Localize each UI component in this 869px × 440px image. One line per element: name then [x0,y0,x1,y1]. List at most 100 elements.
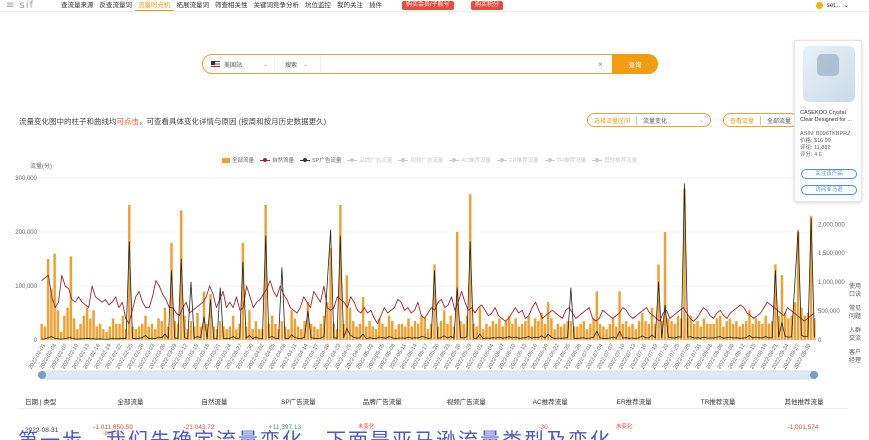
nav-link-0[interactable]: 查流量来源 [58,1,97,11]
bar-all-traffic[interactable] [676,315,680,340]
line-natural-traffic[interactable] [41,274,815,325]
range-selector[interactable]: 选择流量区间 流量变化 ⌄ [587,113,712,127]
bar-all-traffic[interactable] [118,323,121,340]
bar-all-traffic[interactable] [663,232,667,340]
bar-all-traffic[interactable] [89,318,92,340]
bar-all-traffic[interactable] [280,321,284,340]
zoom-slider-right-handle[interactable] [810,371,818,379]
bar-all-traffic[interactable] [400,323,404,340]
bar-all-traffic[interactable] [361,296,365,340]
table-header-cell: 日期 | 类型 [25,398,57,406]
nav-link-4[interactable]: 筛查相关性 [212,1,251,11]
bar-all-traffic[interactable] [102,329,105,340]
bar-all-traffic[interactable] [556,323,560,340]
side-menu-item-2[interactable]: 入群交流 [849,327,861,343]
top-nav: ≡ sif 查流量来源 反查流量词 流量时光机 拓展流量词 筛查相关性 关键词竞争分析 坑位… [0,0,869,12]
bar-all-traffic[interactable] [780,275,784,340]
follow-product-button[interactable]: 关注该产品 [801,169,857,179]
bar-all-traffic[interactable] [368,321,371,340]
bar-all-traffic[interactable] [82,315,86,340]
table-header-cell[interactable]: 视频广告流量 [424,396,508,406]
table-header-cell[interactable]: TR推荐流量 [676,396,760,406]
nav-link-8[interactable]: 插件 [366,1,385,11]
rating-value: 4.6 [814,152,822,158]
table-header-cell[interactable]: 自然流量 [172,396,256,406]
bar-all-traffic[interactable] [624,321,628,340]
product-title[interactable]: CASEKOO Crystal Clear Designed for ... [800,110,860,124]
table-header-cell[interactable]: 品牌广告流量 [340,396,424,406]
view-selector-a[interactable]: 查看流量 [724,115,762,125]
bar-all-traffic[interactable] [150,323,154,340]
y-axis-title: 流量(分) [30,162,52,170]
bar-all-traffic[interactable] [76,329,79,340]
bar-all-traffic[interactable] [115,323,118,340]
bar-all-traffic[interactable] [111,318,115,340]
bar-all-traffic[interactable] [631,323,634,340]
zoom-slider-track[interactable] [39,370,817,380]
bar-all-traffic[interactable] [46,259,50,340]
side-menu-item-3[interactable]: 客户经理 [849,349,861,365]
bar-all-traffic[interactable] [98,323,102,340]
nav-link-1[interactable]: 反查流量词 [97,1,136,11]
bar-all-traffic[interactable] [121,315,125,340]
table-header-cell[interactable]: 其他推荐流量 [760,396,848,406]
bar-all-traffic[interactable] [218,321,222,340]
bar-all-traffic[interactable] [56,310,60,340]
buy-points-button[interactable]: 购买积分 [471,1,504,10]
side-menu-item-0[interactable]: 使用口诀 [849,283,861,299]
bar-all-traffic[interactable] [582,321,586,340]
bar-all-traffic[interactable] [569,321,573,340]
bar-all-traffic[interactable] [809,215,813,340]
nav-link-3[interactable]: 拓展流量词 [174,1,213,11]
clear-icon[interactable]: × [598,60,612,69]
bar-all-traffic[interactable] [43,326,47,341]
bar-all-traffic[interactable] [105,331,108,340]
table-header-cell[interactable]: AC推荐流量 [508,396,592,406]
bar-all-traffic[interactable] [85,307,89,340]
bar-all-traffic[interactable] [491,321,495,340]
bar-all-traffic[interactable] [92,310,95,340]
zoom-slider-left-handle[interactable] [38,371,46,379]
bar-all-traffic[interactable] [413,321,417,340]
nav-links: 查流量来源 反查流量词 流量时光机 拓展流量词 筛查相关性 关键词竞争分析 坑位监控 我的关注… [58,1,385,11]
bar-all-traffic[interactable] [95,326,99,341]
nav-link-2[interactable]: 流量时光机 [135,1,174,11]
nav-link-5[interactable]: 关键词竞争分析 [251,1,303,11]
bar-all-traffic[interactable] [72,318,76,340]
search-bar: 美国站 ⌄ 搜索 ⌄ × 查询 [202,54,658,74]
range-selector-value: 流量变化 [643,118,668,125]
bar-all-traffic[interactable] [79,323,82,340]
search-button[interactable]: 查询 [612,54,658,74]
bar-all-traffic[interactable] [108,326,112,341]
product-meta: ASIN: B096TKBPRZ 价格: $16.99 评论: 11,882 评… [800,131,850,159]
bar-all-traffic[interactable] [63,315,66,340]
table-header-cell[interactable]: 全部流量 [88,396,172,406]
bar-all-traffic[interactable] [196,313,199,340]
product-card: CASEKOO Crystal Clear Designed for ... A… [794,40,862,202]
view-selector[interactable]: 查看流量 全部流量 [723,113,799,127]
bar-all-traffic[interactable] [735,321,738,340]
logo[interactable]: ≡ sif [6,0,34,11]
search-type-select[interactable]: 搜索 ⌄ [275,55,321,73]
bar-all-traffic[interactable] [66,307,69,340]
user-menu[interactable]: set... ⌄ [816,1,849,9]
product-image[interactable] [803,46,855,102]
market-select[interactable]: 美国站 ⌄ [203,55,275,73]
bar-all-traffic[interactable] [793,302,797,340]
bar-all-traffic[interactable] [709,323,712,340]
bar-all-traffic[interactable] [40,323,43,340]
view-selector-b[interactable]: 全部流量 [761,116,797,125]
bar-all-traffic[interactable] [397,323,401,340]
nav-link-6[interactable]: 坑位监控 [302,1,334,11]
nav-link-7[interactable]: 我的关注 [334,1,366,11]
visit-amazon-button[interactable]: 访问亚马逊 [801,185,857,195]
table-header-cell[interactable]: SP广告流量 [256,396,340,406]
bar-all-traffic[interactable] [696,321,699,340]
side-menu-item-1[interactable]: 常见问题 [849,305,861,321]
bar-all-traffic[interactable] [53,253,56,340]
bar-all-traffic[interactable] [485,323,488,340]
buy-member-button[interactable]: 购买会员/子账号 [402,1,454,10]
bar-all-traffic[interactable] [455,232,459,340]
bar-all-traffic[interactable] [189,321,193,340]
table-header-cell[interactable]: ER推荐流量 [592,396,676,406]
